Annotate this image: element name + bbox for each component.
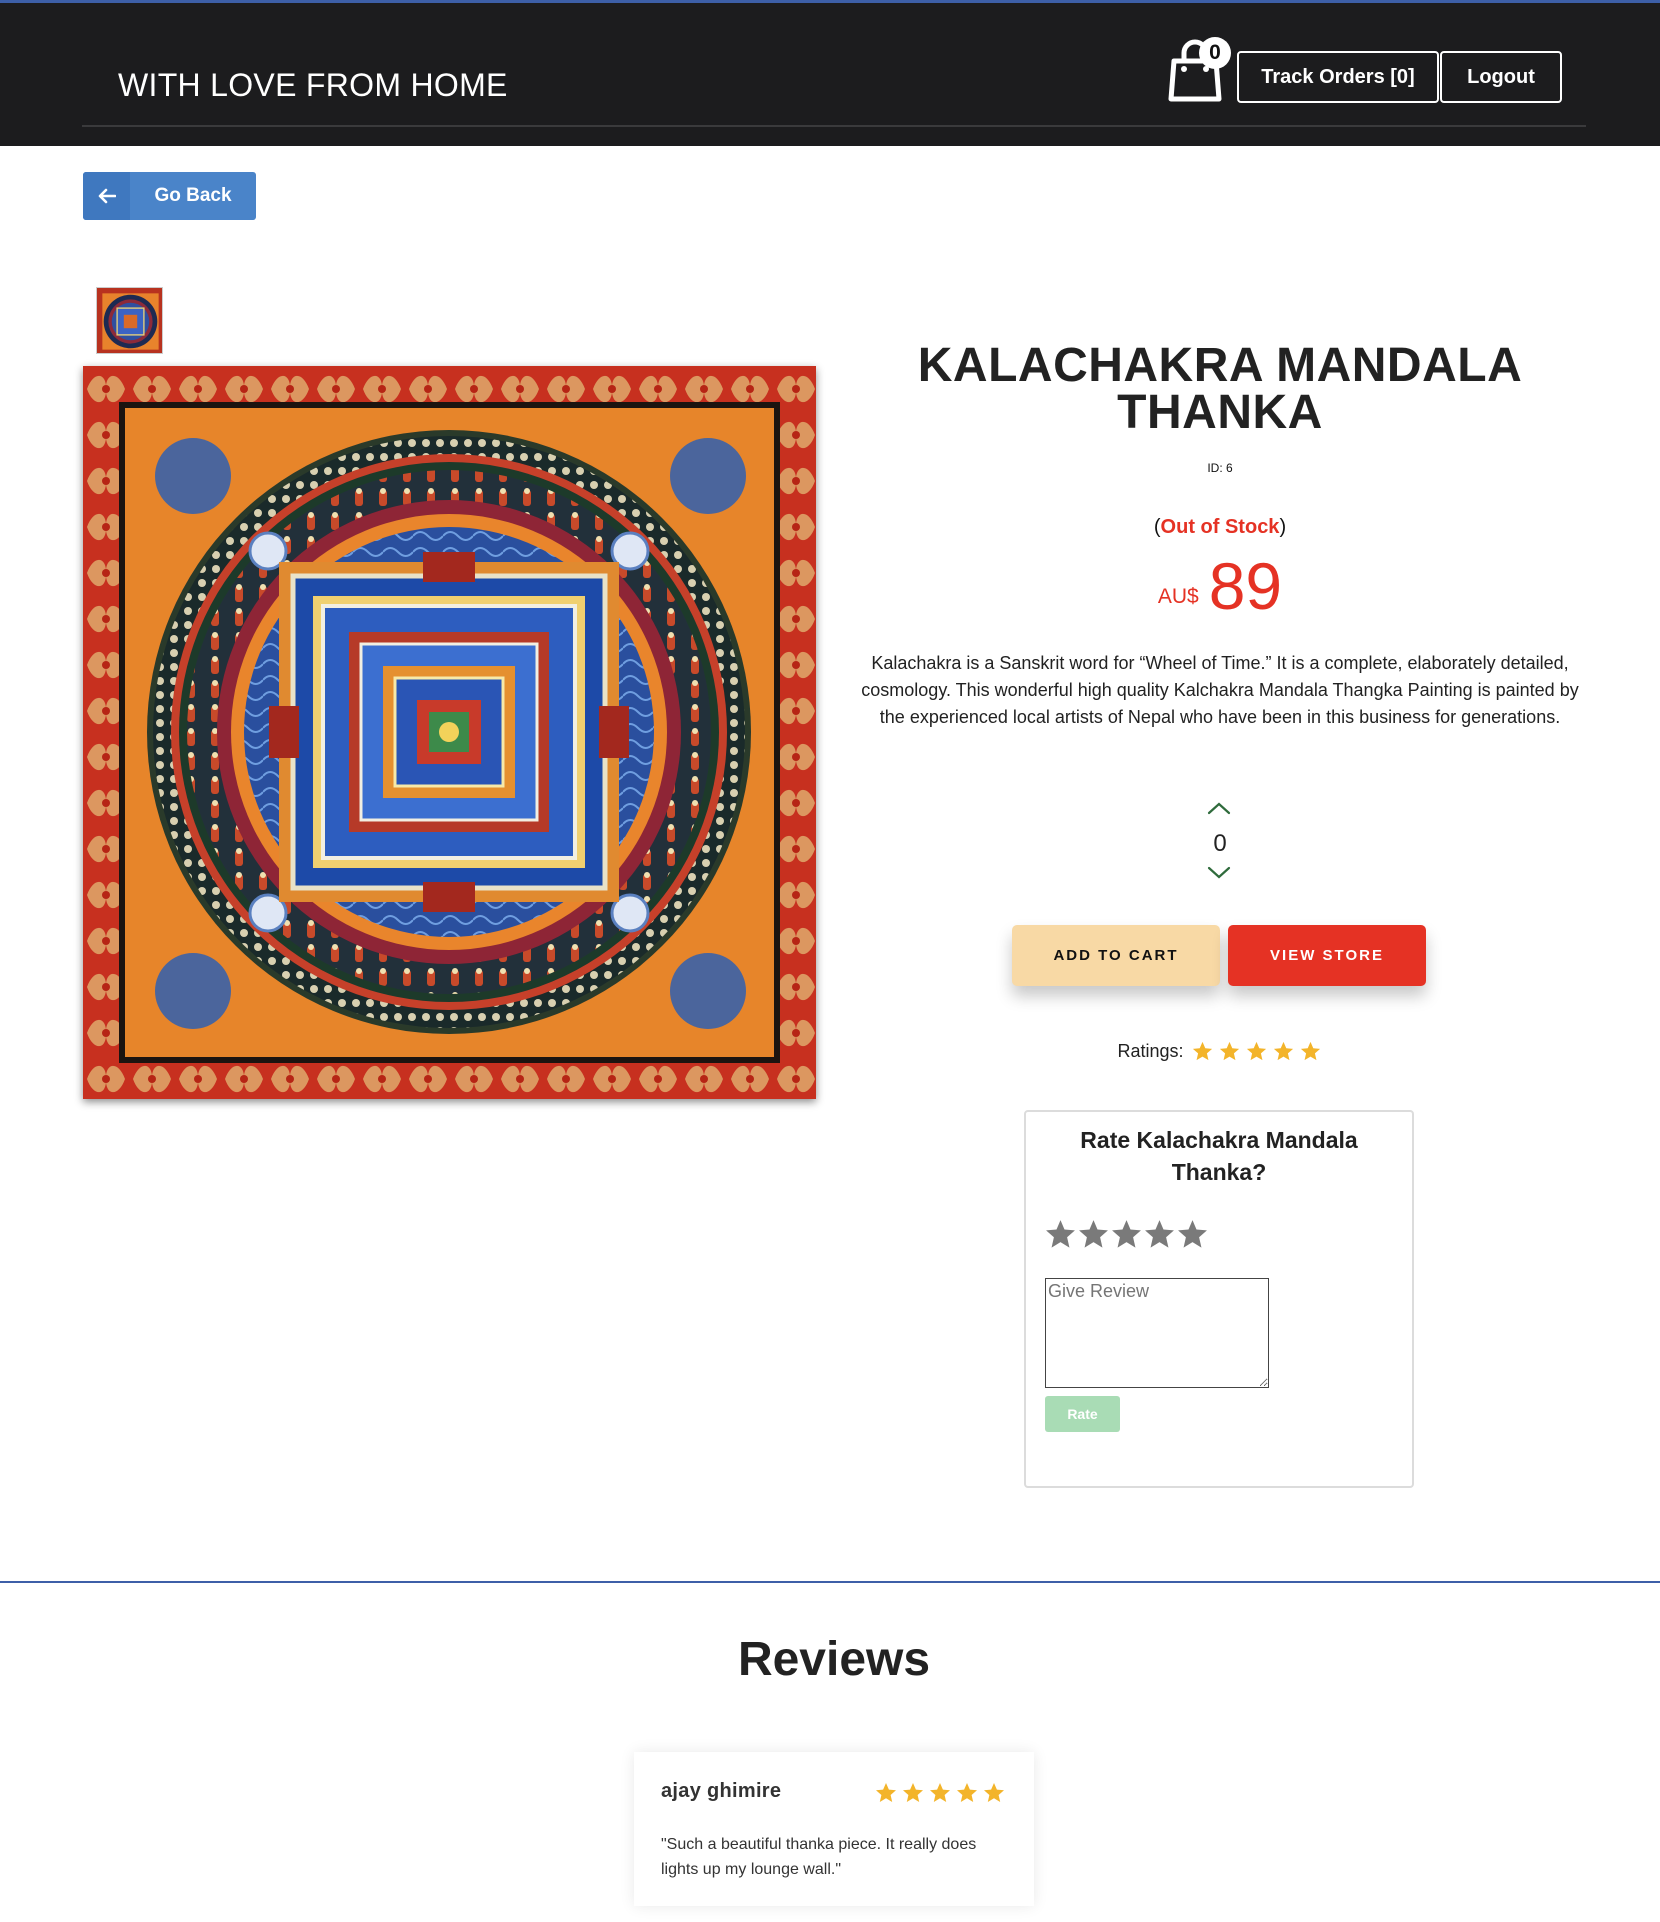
track-orders-button[interactable]: Track Orders [0]	[1237, 51, 1439, 103]
product-ratings: Ratings:	[1080, 1040, 1360, 1063]
star-filled-icon	[876, 1783, 896, 1802]
header-divider	[82, 125, 1586, 127]
review-text: "Such a beautiful thanka piece. It reall…	[661, 1836, 977, 1878]
site-header: WITH LOVE FROM HOME 0 Track Orders [0] L…	[0, 0, 1660, 146]
review-textarea[interactable]	[1045, 1278, 1269, 1388]
star-empty-icon[interactable]	[1110, 1218, 1143, 1251]
chevron-down-icon[interactable]	[1206, 865, 1232, 881]
rate-form-title: Rate Kalachakra Mandala Thanka?	[1080, 1127, 1358, 1185]
price-amount: 89	[1208, 549, 1283, 623]
price-currency: AU$	[1157, 585, 1199, 608]
stock-status-label: Out of Stock	[1160, 516, 1280, 538]
star-filled-icon	[957, 1783, 977, 1802]
stock-paren-open: (	[1153, 516, 1161, 538]
star-filled-icon	[1192, 1041, 1212, 1061]
star-filled-icon	[903, 1783, 923, 1802]
chevron-up-icon[interactable]	[1206, 800, 1232, 816]
rate-product-form: Rate Kalachakra Mandala Thanka? Rate	[1024, 1110, 1414, 1488]
product-price: AU$ 89	[1080, 548, 1360, 624]
go-back-label: Go Back	[154, 185, 232, 206]
star-empty-icon[interactable]	[1044, 1218, 1077, 1251]
rate-submit-button[interactable]: Rate	[1045, 1396, 1120, 1432]
reviews-heading: Reviews	[737, 1633, 931, 1686]
cart-count-badge: 0	[1199, 37, 1231, 69]
rate-star-picker	[1044, 1218, 1209, 1251]
ratings-stars	[1190, 1040, 1323, 1063]
star-empty-icon[interactable]	[1143, 1218, 1176, 1251]
star-filled-icon	[1273, 1041, 1293, 1061]
product-thumbnail[interactable]	[96, 287, 163, 354]
stock-status: (Out of Stock)	[1080, 516, 1360, 539]
product-image[interactable]	[83, 366, 816, 1099]
review-card: ajay ghimire "Such a beautiful thanka pi…	[634, 1752, 1034, 1906]
product-title: KALACHAKRA MANDALA THANKA	[917, 339, 1523, 439]
product-id: ID: 6	[1207, 461, 1233, 475]
logout-button[interactable]: Logout	[1440, 51, 1562, 103]
star-empty-icon[interactable]	[1077, 1218, 1110, 1251]
star-filled-icon	[1300, 1041, 1320, 1061]
go-back-button[interactable]: Go Back	[83, 172, 256, 220]
brand-logo-text[interactable]: WITH LOVE FROM HOME	[118, 65, 508, 105]
section-divider	[0, 1581, 1660, 1583]
ratings-label: Ratings:	[1117, 1041, 1184, 1061]
review-stars	[873, 1781, 1007, 1805]
star-empty-icon[interactable]	[1176, 1218, 1209, 1251]
add-to-cart-button[interactable]: ADD TO CART	[1012, 925, 1220, 986]
arrow-left-icon	[83, 172, 130, 220]
product-description: Kalachakra is a Sanskrit word for “Wheel…	[861, 653, 1579, 727]
star-filled-icon	[930, 1783, 950, 1802]
quantity-value: 0	[1213, 830, 1227, 857]
view-store-button[interactable]: VIEW STORE	[1228, 925, 1426, 986]
stock-paren-close: )	[1279, 516, 1287, 538]
review-author: ajay ghimire	[661, 1780, 782, 1802]
star-filled-icon	[1219, 1041, 1239, 1061]
star-filled-icon	[984, 1783, 1004, 1802]
star-filled-icon	[1246, 1041, 1266, 1061]
